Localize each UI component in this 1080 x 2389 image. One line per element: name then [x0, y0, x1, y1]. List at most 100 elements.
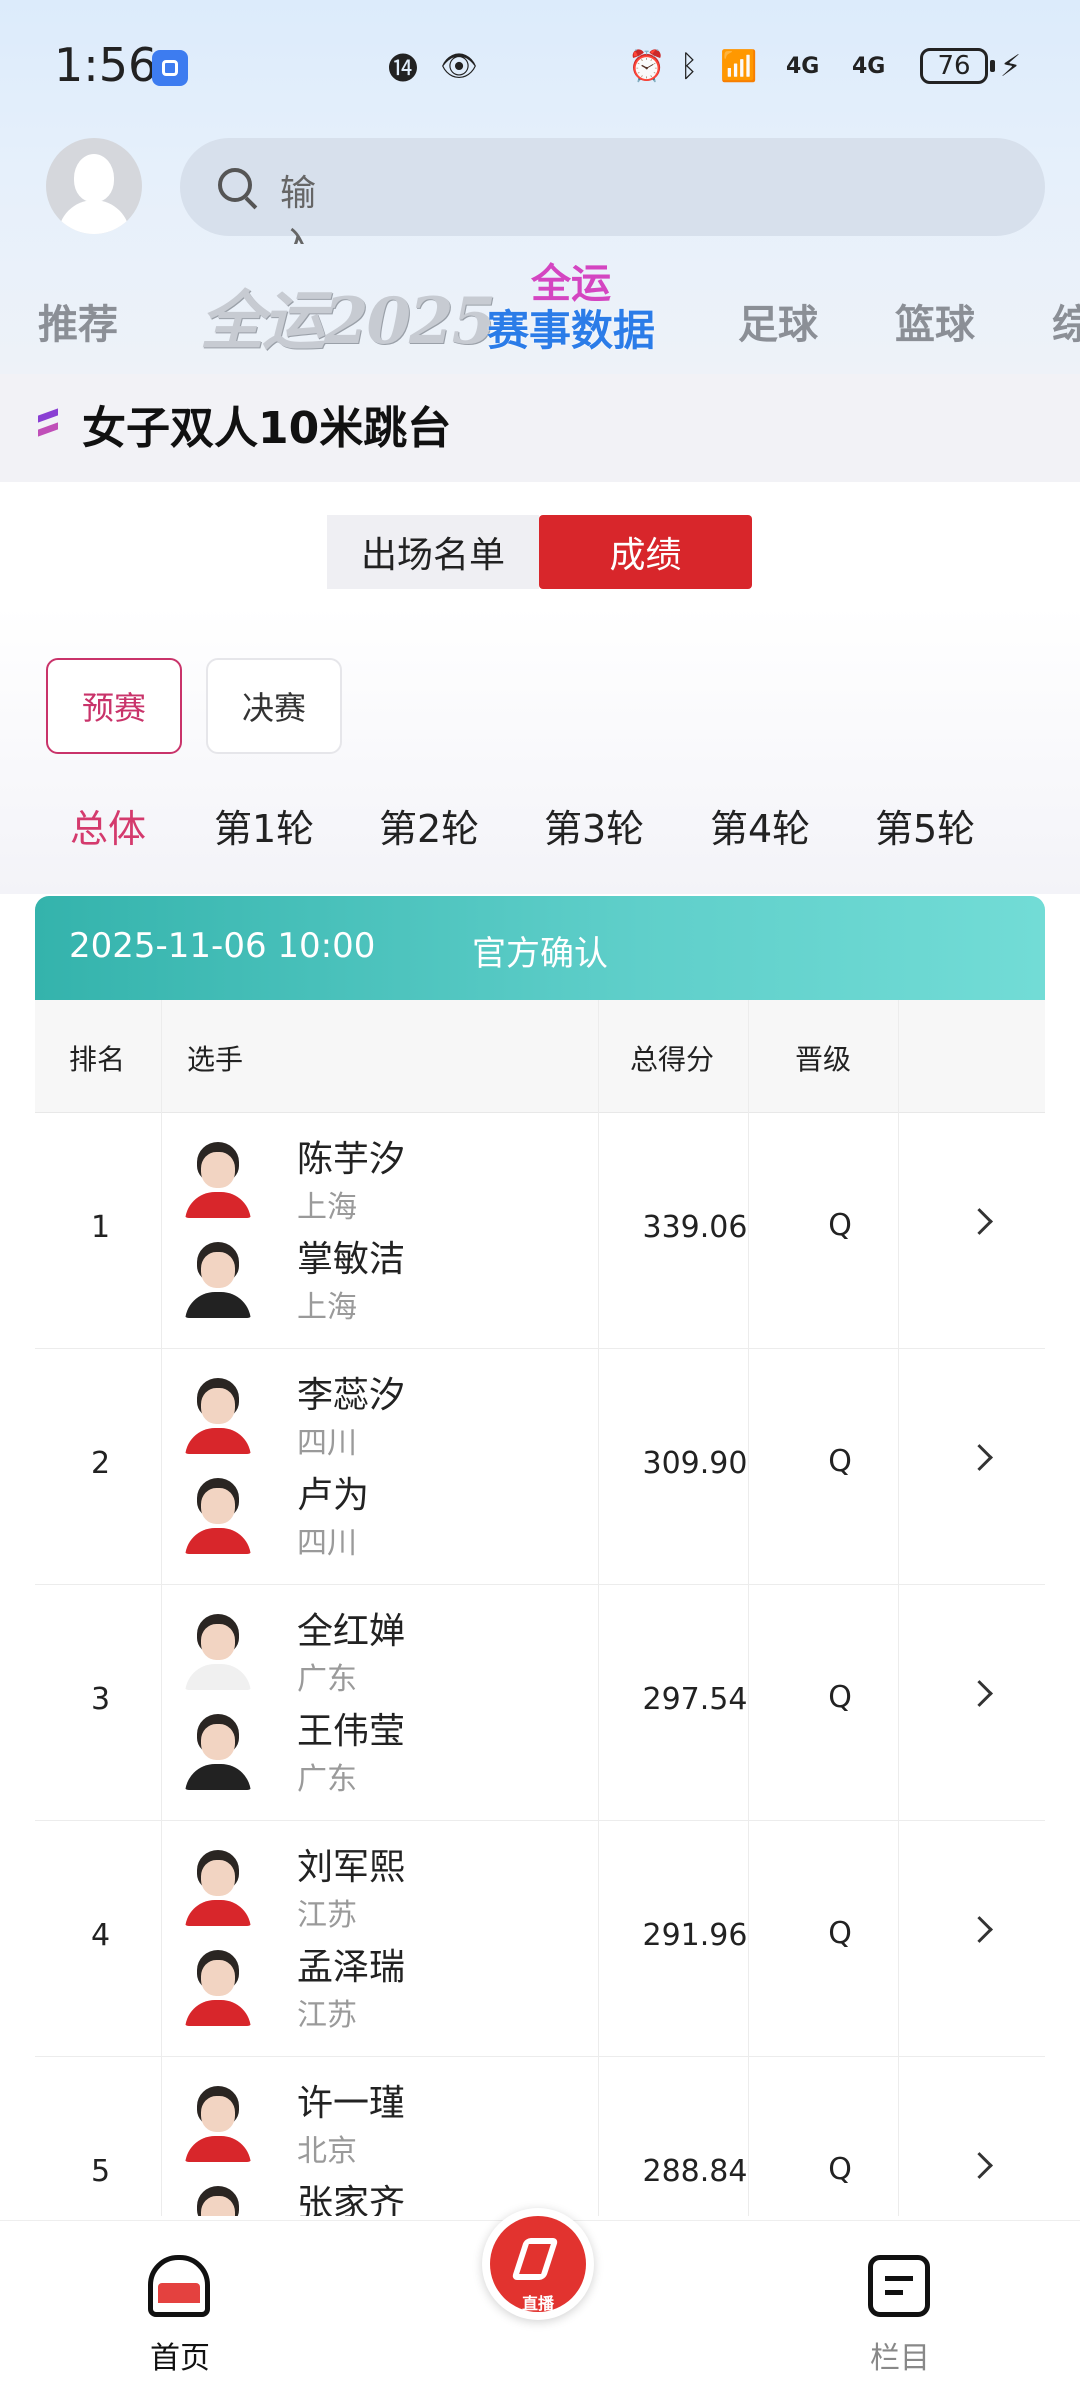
home-icon[interactable] [148, 2255, 210, 2317]
header-athlete: 选手 [187, 1043, 244, 1076]
chevron-right-icon[interactable] [966, 1680, 993, 1707]
charging-icon: ⚡ [1000, 48, 1022, 84]
athlete-name: 全红婵 [297, 1611, 406, 1652]
total-score: 297.54 [642, 1682, 748, 1717]
chevron-right-icon[interactable] [966, 1208, 993, 1235]
event-data-tab-logo[interactable]: 全运 赛事数据 [478, 262, 664, 366]
user-avatar[interactable] [46, 138, 142, 234]
privacy-icon: ⓮ [388, 52, 418, 87]
athlete-name: 许一瑾 [297, 2083, 406, 2124]
national-games-2025-logo[interactable]: 全运2025 [200, 270, 496, 362]
results-card-header: 2025-11-06 10:00 官方确认 [35, 896, 1045, 1000]
wifi-icon: 📶 [720, 48, 758, 84]
athlete-province: 江苏 [297, 1998, 357, 2033]
athlete-name: 卢为 [297, 1475, 370, 1516]
athlete-name: 孟泽瑞 [297, 1947, 406, 1988]
result-datetime: 2025-11-06 10:00 [69, 926, 376, 966]
athlete-province: 四川 [297, 1526, 357, 1561]
athlete-photo [183, 1138, 253, 1218]
status-bar: 1:56 ⓮ 👁 ⏰ ᛒ 📶 4G 4G 76 ⚡ [0, 0, 1080, 130]
athlete-province: 上海 [297, 1190, 357, 1225]
status-time: 1:56 [54, 38, 158, 92]
columns-icon[interactable] [868, 2255, 930, 2317]
search-bar[interactable]: 输入您感兴趣的内容 [180, 138, 1045, 244]
qualify-mark: Q [828, 1680, 852, 1715]
bottom-tab-home[interactable]: 首页 [150, 2333, 210, 2377]
round-tab-overall[interactable]: 总体 [70, 798, 146, 853]
total-score: 291.96 [642, 1918, 748, 1953]
athlete-province: 广东 [297, 1762, 357, 1797]
athlete-province: 上海 [297, 1290, 357, 1325]
alarm-icon: ⏰ [628, 48, 666, 84]
header-qualify: 晋级 [795, 1043, 852, 1076]
athlete-province: 江苏 [297, 1898, 357, 1933]
chevron-right-icon[interactable] [966, 1916, 993, 1943]
start-list-tab[interactable]: 出场名单 [327, 515, 539, 589]
athlete-photo [183, 1474, 253, 1554]
athlete-name: 掌敏洁 [297, 1239, 406, 1280]
table-row[interactable]: 4 刘军熙 江苏 孟泽瑞 江苏 291.96 Q [35, 1820, 1045, 2057]
athlete-photo [183, 1846, 253, 1926]
athlete-photo [183, 1374, 253, 1454]
battery-indicator: 76 [920, 48, 995, 84]
live-button[interactable]: 直播 [482, 2208, 594, 2320]
total-score: 339.06 [642, 1210, 748, 1245]
athlete-province: 四川 [297, 1426, 357, 1461]
round-tab-4[interactable]: 第4轮 [710, 798, 810, 853]
live-label: 直播 [521, 2294, 554, 2313]
bottom-tab-columns[interactable]: 栏目 [870, 2333, 930, 2377]
athlete-province: 北京 [297, 2134, 357, 2169]
qualify-mark: Q [828, 1444, 852, 1479]
nav-tab-more[interactable]: 综 [1052, 292, 1080, 350]
chevron-right-icon[interactable] [966, 2152, 993, 2179]
nav-tab-recommend[interactable]: 推荐 [38, 292, 118, 350]
total-score: 288.84 [642, 2154, 748, 2189]
table-row[interactable]: 3 全红婵 广东 王伟莹 广东 297.54 Q [35, 1584, 1045, 1821]
round-tab-1[interactable]: 第1轮 [214, 798, 314, 853]
athlete-name: 李蕊汐 [297, 1375, 406, 1416]
header-score: 总得分 [630, 1043, 715, 1076]
prelim-chip[interactable]: 预赛 [46, 658, 182, 754]
rank-value: 3 [91, 1682, 111, 1717]
table-row[interactable]: 1 陈芋汐 上海 掌敏洁 上海 339.06 Q [35, 1112, 1045, 1349]
chevron-right-icon[interactable] [966, 1444, 993, 1471]
app-notification-icon [152, 50, 188, 86]
table-row[interactable]: 2 李蕊汐 四川 卢为 四川 309.90 Q [35, 1348, 1045, 1585]
athlete-photo [183, 1238, 253, 1318]
final-chip[interactable]: 决赛 [206, 658, 342, 754]
nav-tab-football[interactable]: 足球 [738, 292, 818, 350]
header-rank: 排名 [69, 1043, 126, 1076]
qualify-mark: Q [828, 1208, 852, 1243]
athlete-photo [183, 1946, 253, 2026]
cellular-signal-icon-1: 4G [786, 53, 820, 79]
athlete-name: 张家齐 [297, 2183, 406, 2216]
section-marker-icon [38, 408, 58, 438]
rank-value: 5 [91, 2154, 111, 2189]
athlete-name: 刘军熙 [297, 1847, 406, 1888]
bluetooth-icon: ᛒ [680, 48, 698, 84]
athlete-photo [183, 1610, 253, 1690]
round-tab-3[interactable]: 第3轮 [544, 798, 644, 853]
table-header: 排名 选手 总得分 晋级 [35, 1000, 1045, 1113]
athlete-province: 广东 [297, 1662, 357, 1697]
rank-value: 1 [91, 1210, 111, 1245]
live-icon: 直播 [490, 2216, 586, 2313]
search-icon [218, 168, 252, 202]
athlete-photo [183, 1710, 253, 1790]
round-tab-5[interactable]: 第5轮 [875, 798, 975, 853]
athlete-name: 王伟莹 [297, 1711, 406, 1752]
results-table-card: 2025-11-06 10:00 官方确认 排名 选手 总得分 晋级 1 陈芋汐… [35, 896, 1045, 2216]
cellular-signal-icon-2: 4G [852, 53, 886, 79]
table-row[interactable]: 5 许一瑾 北京 张家齐 288.84 Q [35, 2056, 1045, 2216]
result-status: 官方确认 [472, 934, 608, 974]
athlete-photo [183, 2182, 253, 2216]
athlete-photo [183, 2082, 253, 2162]
eye-icon: 👁 [440, 48, 479, 84]
rank-value: 4 [91, 1918, 111, 1953]
total-score: 309.90 [642, 1446, 748, 1481]
results-tab[interactable]: 成绩 [539, 515, 752, 589]
nav-tab-basketball[interactable]: 篮球 [895, 292, 975, 350]
rank-value: 2 [91, 1446, 111, 1481]
round-tab-2[interactable]: 第2轮 [379, 798, 479, 853]
qualify-mark: Q [828, 2152, 852, 2187]
